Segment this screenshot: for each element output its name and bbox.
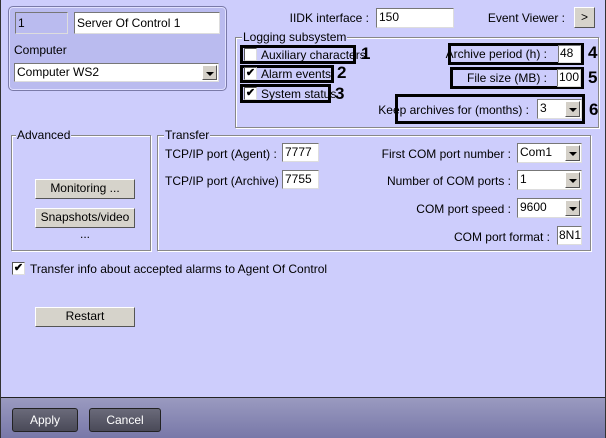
com-speed-label: COM port speed : bbox=[416, 202, 511, 216]
annotation-5: 5 bbox=[588, 68, 598, 87]
restart-button[interactable]: Restart bbox=[35, 307, 135, 327]
annotation-4: 4 bbox=[588, 43, 598, 62]
keep-archives-label: Keep archives for (months) : bbox=[378, 103, 529, 117]
annotation-6: 6 bbox=[589, 100, 599, 119]
chevron-down-icon[interactable] bbox=[565, 172, 580, 188]
settings-window: 1 Server Of Control 1 Computer Computer … bbox=[0, 0, 606, 438]
com-speed-value: 9600 bbox=[520, 200, 547, 214]
archive-period-field[interactable]: 48 bbox=[558, 45, 581, 63]
num-com-value: 1 bbox=[520, 172, 527, 186]
annotation-1: 1 bbox=[361, 44, 371, 63]
transfer-title: Transfer bbox=[164, 128, 211, 142]
iidk-label: IIDK interface : bbox=[289, 11, 369, 25]
chevron-down-icon[interactable] bbox=[565, 200, 580, 216]
logging-title: Logging subsystem bbox=[242, 30, 348, 44]
chevron-down-icon[interactable] bbox=[565, 101, 580, 117]
transfer-info-label: Transfer info about accepted alarms to A… bbox=[30, 262, 328, 276]
server-id-field[interactable]: 1 bbox=[15, 12, 68, 34]
chevron-down-icon[interactable] bbox=[202, 65, 217, 80]
monitoring-button[interactable]: Monitoring ... bbox=[35, 179, 135, 199]
aux-label: Auxiliary characters bbox=[261, 48, 366, 62]
agent-port-label: TCP/IP port (Agent) : bbox=[165, 147, 277, 161]
annotation-2: 2 bbox=[337, 63, 347, 82]
com-format-field[interactable]: 8N1 bbox=[557, 226, 582, 245]
computer-select[interactable]: Computer WS2 bbox=[14, 63, 219, 82]
transfer-info-checkbox[interactable]: ✔ bbox=[12, 262, 25, 275]
file-size-field[interactable]: 100 bbox=[557, 69, 581, 87]
status-label: System status bbox=[261, 87, 337, 101]
status-checkbox[interactable]: ✔ bbox=[244, 87, 257, 100]
archive-period-label: Archive period (h) : bbox=[445, 47, 547, 61]
agent-port-field[interactable]: 7777 bbox=[282, 143, 319, 162]
alarm-checkbox[interactable]: ✔ bbox=[244, 67, 257, 80]
num-com-label: Number of COM ports : bbox=[386, 174, 511, 188]
cancel-button[interactable]: Cancel bbox=[89, 408, 161, 432]
apply-button[interactable]: Apply bbox=[12, 408, 78, 432]
num-com-select[interactable]: 1 bbox=[517, 170, 582, 190]
keep-archives-select[interactable]: 3 bbox=[537, 99, 582, 119]
snapshots-video-button[interactable]: Snapshots/video ... bbox=[35, 208, 135, 241]
chevron-down-icon[interactable] bbox=[565, 145, 580, 161]
first-com-value: Com1 bbox=[520, 145, 553, 159]
server-name-field[interactable]: Server Of Control 1 bbox=[74, 12, 220, 34]
com-format-label: COM port format : bbox=[453, 230, 550, 244]
iidk-port-field[interactable]: 150 bbox=[376, 8, 454, 28]
file-size-label: File size (MB) : bbox=[466, 71, 547, 85]
event-viewer-label: Event Viewer : bbox=[487, 11, 565, 25]
annotation-3: 3 bbox=[335, 84, 345, 103]
computer-value: Computer WS2 bbox=[17, 65, 100, 79]
computer-label: Computer bbox=[14, 43, 67, 57]
keep-archives-value: 3 bbox=[540, 101, 547, 115]
archive-port-label: TCP/IP port (Archive) : bbox=[165, 174, 286, 188]
event-viewer-button[interactable]: > bbox=[574, 7, 595, 28]
first-com-label: First COM port number : bbox=[381, 147, 511, 161]
com-speed-select[interactable]: 9600 bbox=[517, 198, 582, 218]
alarm-label: Alarm events bbox=[261, 67, 332, 81]
aux-checkbox[interactable] bbox=[244, 48, 257, 61]
first-com-select[interactable]: Com1 bbox=[517, 143, 582, 163]
advanced-title: Advanced bbox=[16, 128, 72, 142]
archive-port-field[interactable]: 7755 bbox=[282, 170, 319, 189]
